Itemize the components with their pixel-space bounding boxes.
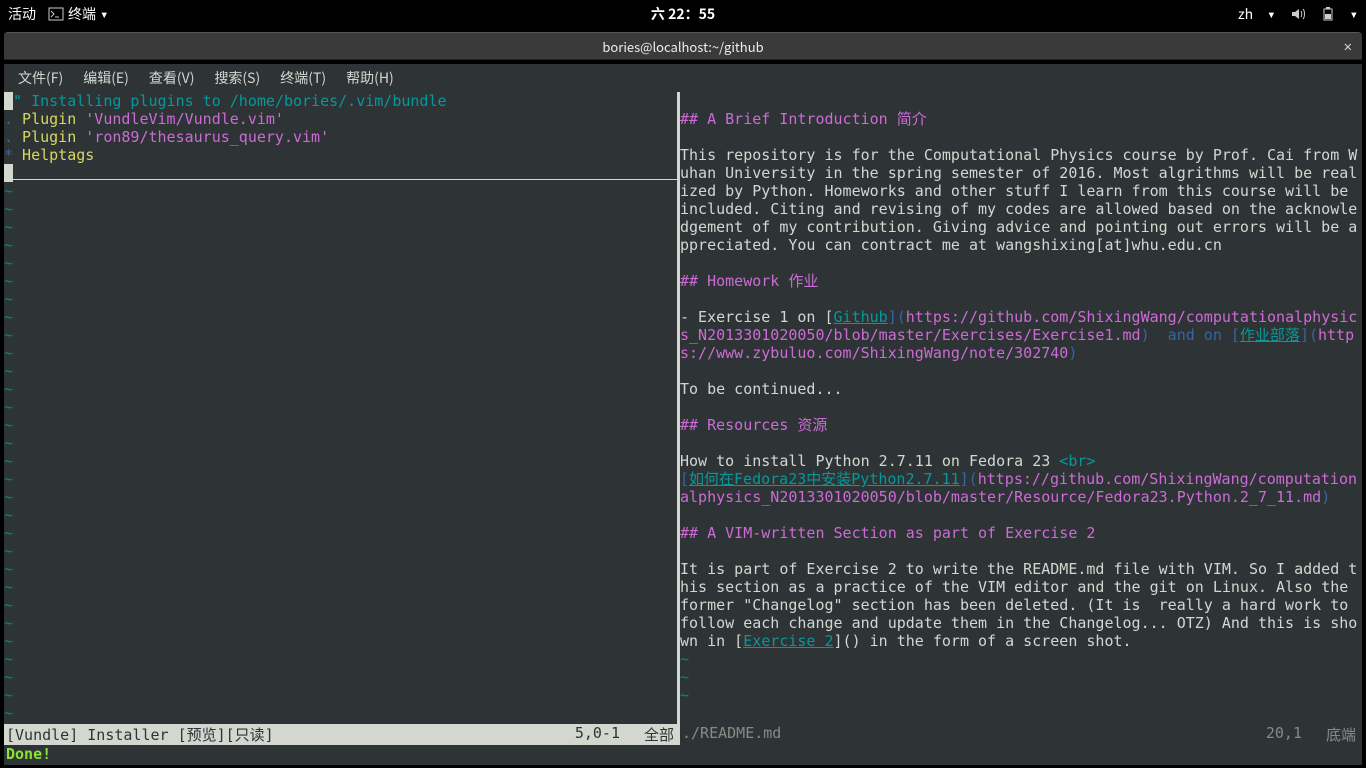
focused-app[interactable]: 终端 ▾ — [48, 4, 108, 24]
buffer-name: ./README.md — [682, 724, 781, 745]
chevron-down-icon: ▾ — [100, 4, 108, 24]
left-pane[interactable]: " Installing plugins to /home/bories/.vi… — [4, 92, 680, 724]
terminal-icon — [48, 6, 64, 22]
chevron-down-icon: ▾ — [1350, 4, 1358, 24]
gnome-topbar: 活动 终端 ▾ 六 22：55 zh ▾ ▾ — [0, 0, 1366, 28]
left-col0 — [4, 92, 13, 110]
menu-bar: 文件(F) 编辑(E) 查看(V) 搜索(S) 终端(T) 帮助(H) — [4, 64, 1362, 92]
vim-editor: " Installing plugins to /home/bories/.vi… — [4, 92, 1362, 724]
heading-homework: ## Homework 作业 — [680, 272, 818, 290]
br-tag: <br> — [1059, 452, 1095, 470]
status-right-pane: ./README.md 20,1 底端 — [680, 724, 1362, 745]
scroll-pct: 底端 — [1326, 724, 1356, 745]
menu-terminal[interactable]: 终端(T) — [272, 65, 334, 91]
scroll-pct: 全部 — [644, 724, 674, 745]
paragraph-intro: This repository is for the Computational… — [680, 146, 1357, 254]
heading-vim-section: ## A VIM-written Section as part of Exer… — [680, 524, 1095, 542]
close-icon[interactable]: ✕ — [1344, 36, 1352, 56]
menu-file[interactable]: 文件(F) — [10, 65, 71, 91]
heading-intro: ## A Brief Introduction 简介 — [680, 110, 927, 128]
window-title-bar: bories@localhost:~/github ✕ — [4, 32, 1362, 60]
link-github: Github — [834, 308, 888, 326]
clock[interactable]: 六 22：55 — [651, 4, 715, 24]
done-message: Done! — [6, 745, 51, 763]
volume-icon[interactable] — [1290, 6, 1306, 22]
right-pane[interactable]: ## A Brief Introduction 简介 This reposito… — [680, 92, 1362, 724]
link-fedora: 如何在Fedora23中安装Python2.7.11 — [689, 470, 960, 488]
tbc: To be continued... — [680, 380, 843, 398]
cursor — [4, 164, 13, 182]
heading-resources: ## Resources 资源 — [680, 416, 827, 434]
link-zybuluo: 作业部落 — [1240, 326, 1300, 344]
input-method[interactable]: zh — [1238, 4, 1253, 24]
window-title: bories@localhost:~/github — [602, 37, 763, 56]
status-left-pane: [Vundle] Installer [预览][只读] 5,0-1 全部 — [4, 724, 680, 745]
menu-help[interactable]: 帮助(H) — [338, 65, 402, 91]
cursor-pos: 20,1 — [1266, 724, 1302, 745]
status-line: [Vundle] Installer [预览][只读] 5,0-1 全部 ./R… — [4, 724, 1362, 745]
menu-view[interactable]: 查看(V) — [141, 65, 203, 91]
buffer-name: [Vundle] Installer [预览][只读] — [6, 724, 274, 745]
activities-button[interactable]: 活动 — [8, 4, 36, 24]
plugin-header: " Installing plugins to /home/bories/.vi… — [13, 92, 446, 110]
menu-search[interactable]: 搜索(S) — [206, 65, 268, 91]
battery-icon[interactable] — [1320, 6, 1336, 22]
menu-edit[interactable]: 编辑(E) — [75, 65, 137, 91]
cursor-pos: 5,0-1 — [575, 724, 620, 745]
command-line[interactable]: Done! — [4, 745, 1362, 765]
chevron-down-icon: ▾ — [1267, 4, 1275, 24]
link-exercise2: Exercise 2 — [743, 632, 833, 650]
tilde-line: ~ — [4, 182, 13, 200]
